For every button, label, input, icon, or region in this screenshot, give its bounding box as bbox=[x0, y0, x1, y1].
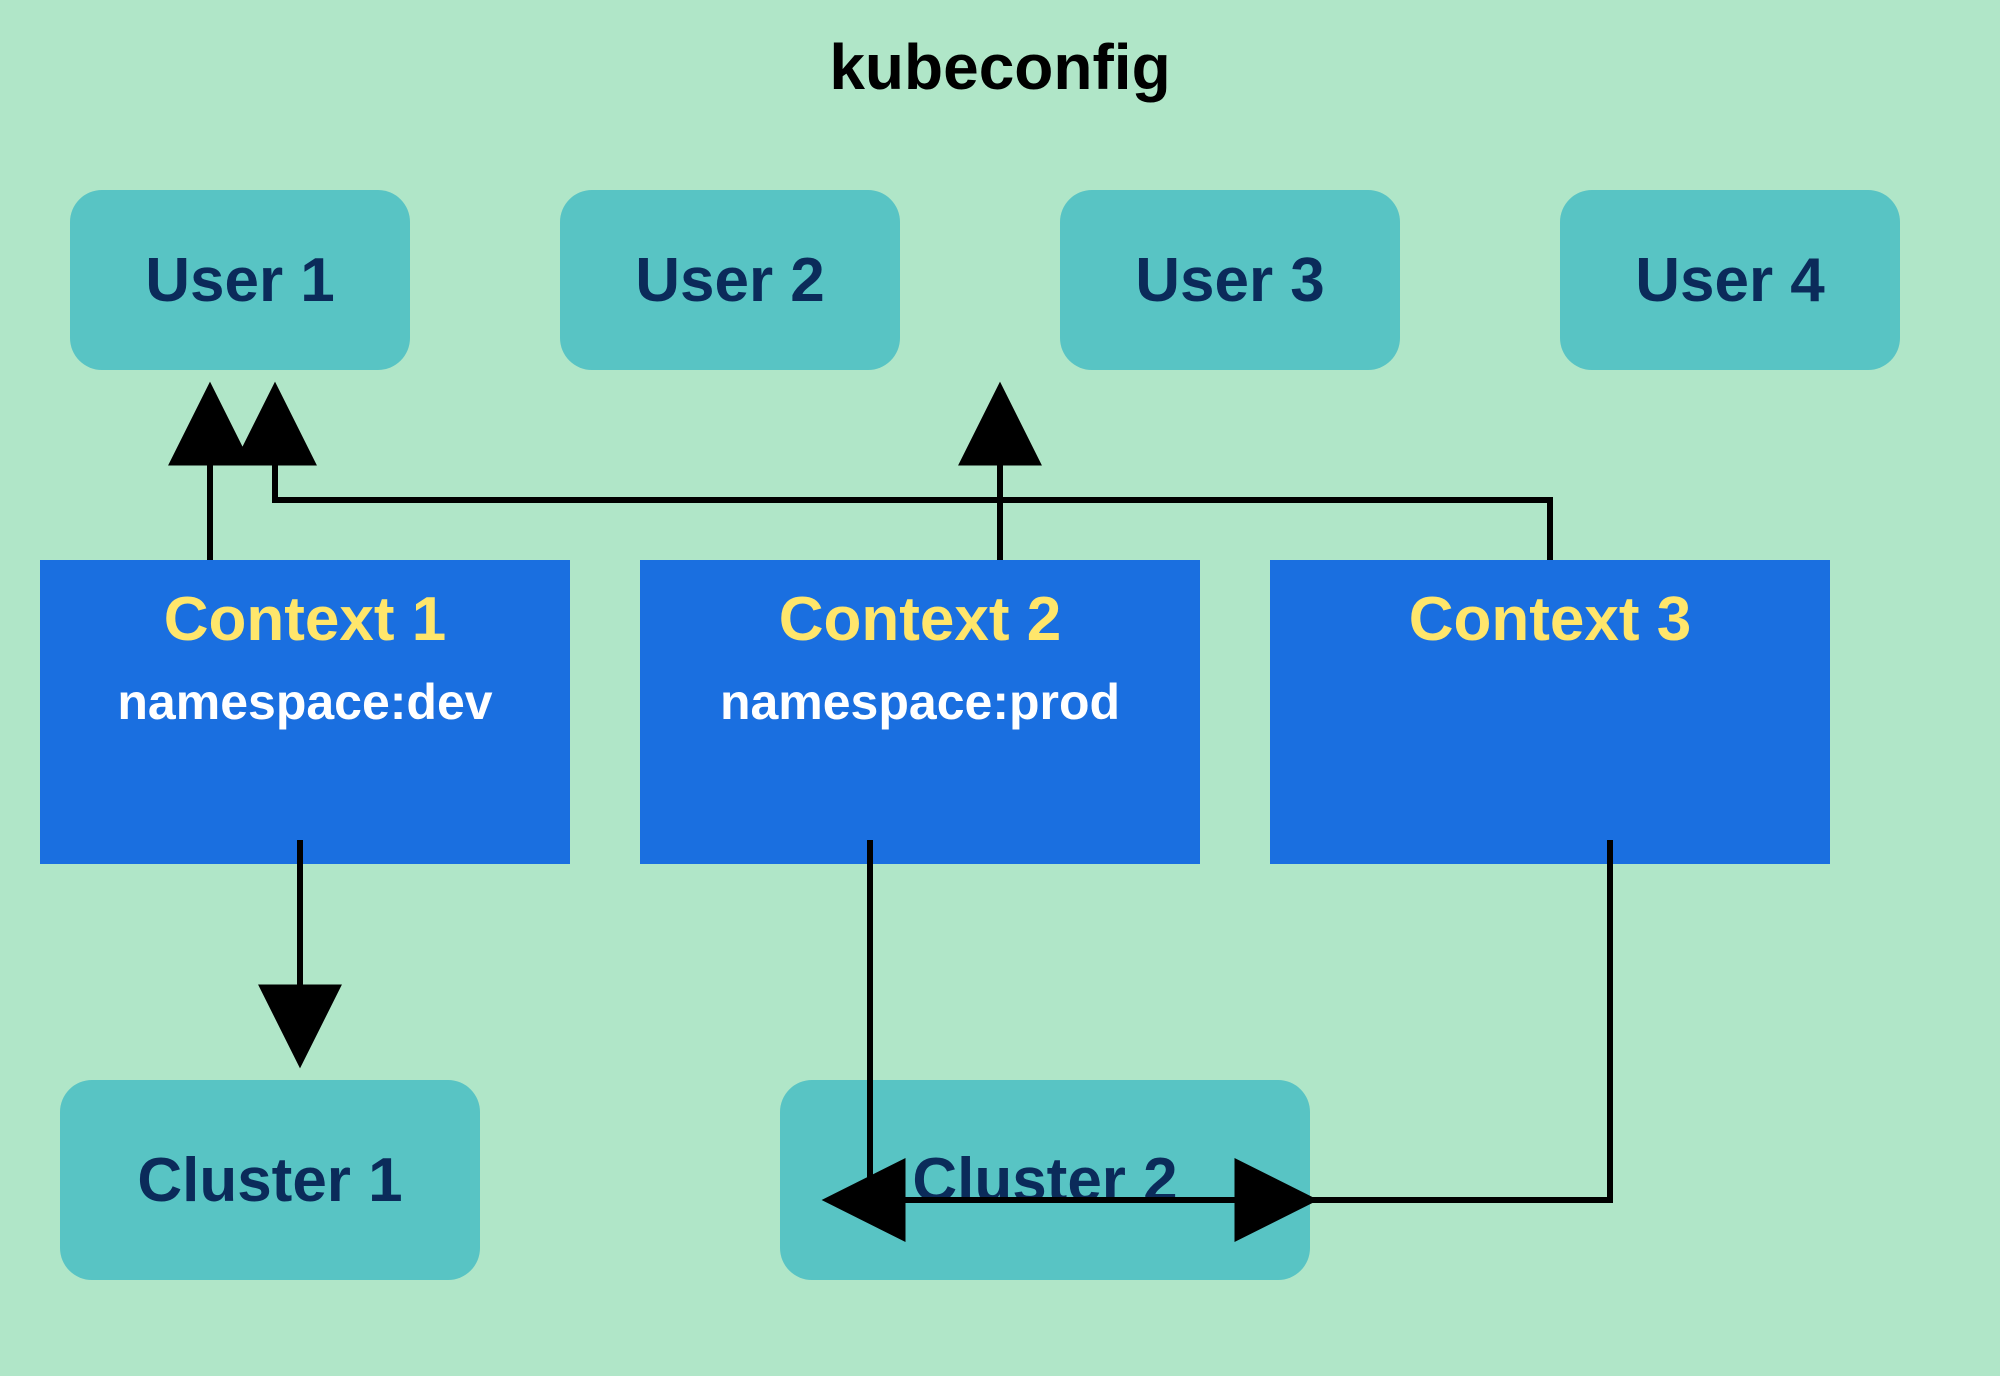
cluster-box-1: Cluster 1 bbox=[60, 1080, 480, 1280]
context-namespace: namespace:dev bbox=[117, 673, 492, 731]
context-box-2: Context 2 namespace:prod bbox=[640, 560, 1200, 864]
user-box-1: User 1 bbox=[70, 190, 410, 370]
user-box-2: User 2 bbox=[560, 190, 900, 370]
user-label: User 3 bbox=[1135, 245, 1325, 316]
user-box-3: User 3 bbox=[1060, 190, 1400, 370]
user-box-4: User 4 bbox=[1560, 190, 1900, 370]
user-label: User 1 bbox=[145, 245, 335, 316]
context-box-3: Context 3 bbox=[1270, 560, 1830, 864]
cluster-label: Cluster 2 bbox=[912, 1145, 1177, 1216]
context-title: Context 1 bbox=[164, 584, 446, 655]
context-namespace: namespace:prod bbox=[720, 673, 1120, 731]
context-box-1: Context 1 namespace:dev bbox=[40, 560, 570, 864]
arrow-context3-to-user1 bbox=[275, 390, 1550, 560]
context-title: Context 3 bbox=[1409, 584, 1691, 655]
cluster-box-2: Cluster 2 bbox=[780, 1080, 1310, 1280]
cluster-label: Cluster 1 bbox=[137, 1145, 402, 1216]
user-label: User 4 bbox=[1635, 245, 1825, 316]
context-title: Context 2 bbox=[779, 584, 1061, 655]
user-label: User 2 bbox=[635, 245, 825, 316]
diagram-title: kubeconfig bbox=[0, 30, 2000, 104]
